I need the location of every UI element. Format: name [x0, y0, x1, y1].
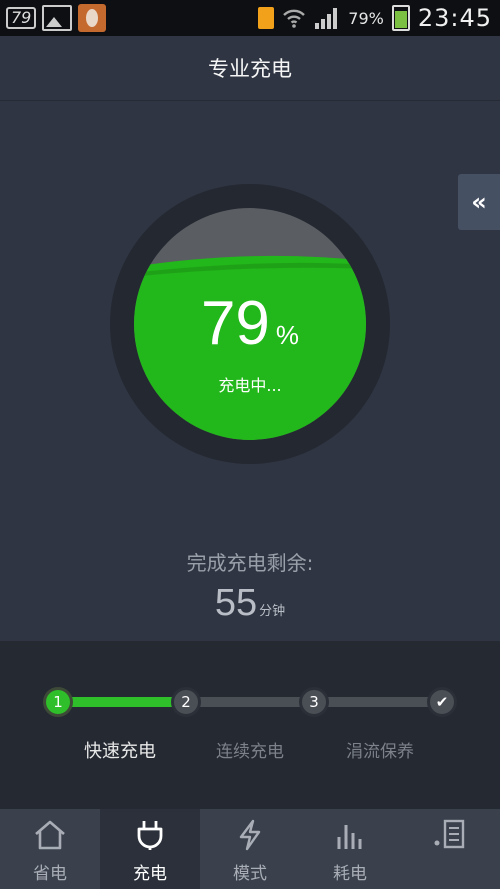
stage-node-1: 1 — [43, 687, 73, 717]
stage-node-2: 2 — [171, 687, 201, 717]
charge-percent-value: 79 — [200, 289, 270, 358]
expand-panel-button[interactable]: « — [458, 174, 500, 230]
stage-label-trickle: 涓流保养 — [346, 742, 414, 762]
page-title: 专业充电 — [208, 57, 292, 81]
nav-item-more[interactable] — [400, 809, 500, 889]
stage-progress-track — [58, 697, 442, 707]
lightning-icon — [233, 819, 267, 851]
battery-charging-icon — [391, 5, 410, 31]
stage-label-fast: 快速充电 — [84, 741, 156, 762]
stage-node-complete: ✔ — [427, 687, 457, 717]
charge-percent-unit: % — [275, 320, 300, 350]
status-bar: 79 79% 23:45 — [0, 0, 500, 36]
nav-item-save-power[interactable]: 省电 — [0, 809, 100, 889]
home-icon — [33, 819, 67, 851]
remaining-time-value: 55 — [214, 582, 258, 624]
bottom-navigation: 省电 充电 模式 耗电 — [0, 809, 500, 889]
list-icon — [433, 819, 467, 851]
charge-stages-panel: 1 2 3 ✔ 快速充电 连续充电 涓流保养 — [0, 641, 500, 809]
nav-label: 模式 — [233, 864, 267, 884]
notification-count-badge: 79 — [6, 7, 37, 29]
nav-item-consumption[interactable]: 耗电 — [300, 809, 400, 889]
plug-icon — [133, 819, 167, 851]
checkmark-icon: ✔ — [435, 693, 449, 711]
stage-node-3: 3 — [299, 687, 329, 717]
signal-strength-icon — [315, 8, 338, 29]
stage-progress-fill — [58, 697, 185, 707]
wifi-icon — [283, 9, 306, 28]
remaining-time-unit: 分钟 — [259, 603, 286, 618]
app-notification-icon — [78, 4, 107, 32]
nav-item-mode[interactable]: 模式 — [200, 809, 300, 889]
remaining-time: 55 分钟 — [0, 582, 500, 625]
double-chevron-left-icon: « — [471, 188, 487, 216]
sim-card-icon — [258, 7, 275, 29]
battery-percent: 79% — [348, 8, 384, 28]
remaining-time-label: 完成充电剩余: — [186, 551, 314, 575]
nav-item-charge[interactable]: 充电 — [100, 809, 200, 889]
title-bar: 专业充电 — [0, 36, 500, 101]
bar-chart-icon — [333, 819, 367, 851]
gallery-notification-icon — [42, 5, 73, 31]
nav-label: 充电 — [133, 864, 167, 884]
charge-percent: 79% — [0, 288, 500, 359]
nav-label: 省电 — [33, 864, 67, 884]
charge-status-text: 充电中... — [218, 376, 282, 395]
nav-label: 耗电 — [333, 864, 367, 884]
stage-label-continuous: 连续充电 — [216, 742, 284, 762]
clock: 23:45 — [417, 4, 492, 32]
